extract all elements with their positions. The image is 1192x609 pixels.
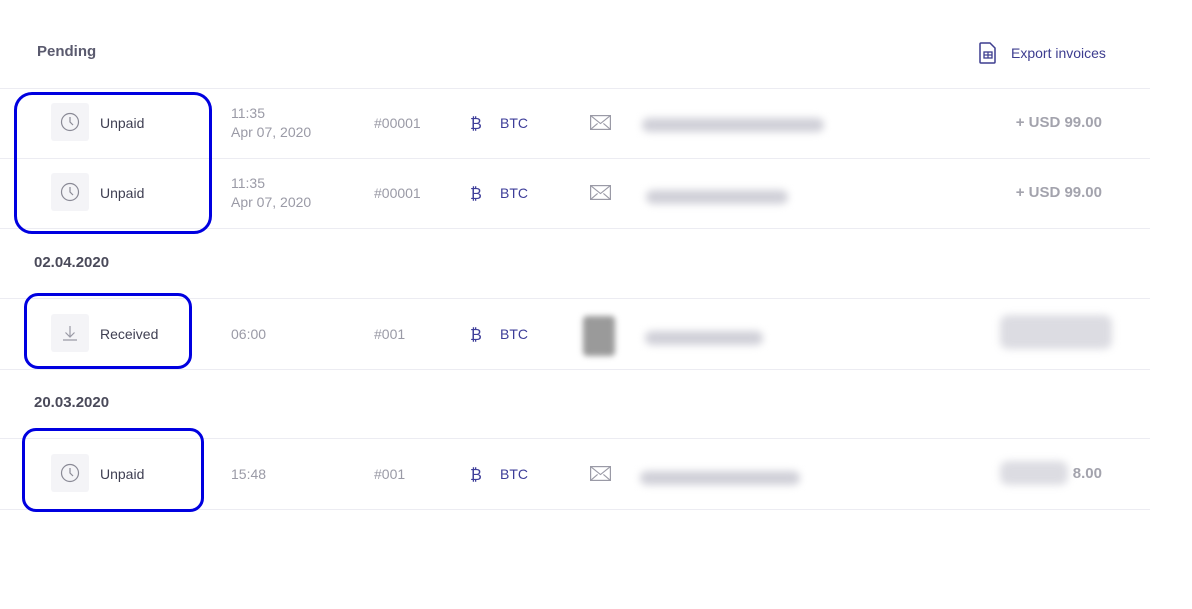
invoice-time: 11:35 Apr 07, 2020 (231, 174, 311, 212)
clock-icon (51, 173, 89, 211)
redacted-amount (1000, 315, 1112, 349)
invoice-number: #00001 (374, 185, 421, 201)
invoice-number: #001 (374, 326, 406, 342)
currency-label: BTC (500, 466, 528, 482)
invoice-row[interactable]: Unpaid 15:48 #001 ₿ BTC 8.00 (0, 438, 1150, 510)
export-invoices-label: Export invoices (1011, 45, 1106, 61)
invoice-number: #001 (374, 466, 406, 482)
invoice-time: 11:35 Apr 07, 2020 (231, 104, 311, 142)
page-title: Pending (37, 43, 97, 60)
clock-icon (51, 103, 89, 141)
invoice-amount: 8.00 (1072, 465, 1102, 482)
date-value: Apr 07, 2020 (231, 194, 312, 210)
envelope-icon (590, 466, 611, 481)
redacted-amount (1000, 461, 1068, 485)
bitcoin-icon: ₿ (470, 325, 482, 344)
currency-label: BTC (500, 115, 528, 131)
invoice-row[interactable]: Unpaid 11:35 Apr 07, 2020 #00001 ₿ BTC +… (0, 158, 1150, 229)
page-header: Pending Export invoices (0, 0, 1150, 89)
envelope-icon (590, 185, 611, 200)
download-arrow-icon (51, 314, 89, 352)
date-value: Apr 07, 2020 (231, 124, 312, 140)
status-label: Unpaid (100, 466, 145, 482)
redacted-email (645, 331, 763, 345)
invoice-amount: + USD 99.00 (1015, 114, 1102, 131)
redacted-email (640, 471, 800, 485)
export-invoices-button[interactable]: Export invoices (979, 42, 1106, 64)
currency-label: BTC (500, 185, 528, 201)
bitcoin-icon: ₿ (470, 465, 482, 484)
status-label: Unpaid (100, 185, 145, 201)
bitcoin-icon: ₿ (470, 184, 482, 203)
invoice-amount: + USD 99.00 (1015, 184, 1102, 201)
invoice-row[interactable]: Received 06:00 #001 ₿ BTC (0, 298, 1150, 370)
invoice-number: #00001 (374, 115, 421, 131)
status-label: Received (100, 326, 159, 342)
invoice-row[interactable]: Unpaid 11:35 Apr 07, 2020 #00001 ₿ BTC +… (0, 88, 1150, 159)
redacted-email (646, 190, 788, 204)
status-label: Unpaid (100, 115, 145, 131)
section-date: 02.04.2020 (34, 254, 110, 271)
spreadsheet-file-icon (979, 42, 996, 64)
envelope-icon (590, 115, 611, 130)
bitcoin-icon: ₿ (470, 114, 482, 133)
time-value: 11:35 (231, 175, 265, 191)
invoice-time: 15:48 (231, 466, 267, 482)
time-value: 11:35 (231, 105, 265, 121)
section-date: 20.03.2020 (34, 394, 110, 411)
currency-label: BTC (500, 326, 528, 342)
redacted-email (642, 118, 824, 132)
avatar-icon (583, 316, 615, 356)
clock-icon (51, 454, 89, 492)
invoice-time: 06:00 (231, 326, 267, 342)
